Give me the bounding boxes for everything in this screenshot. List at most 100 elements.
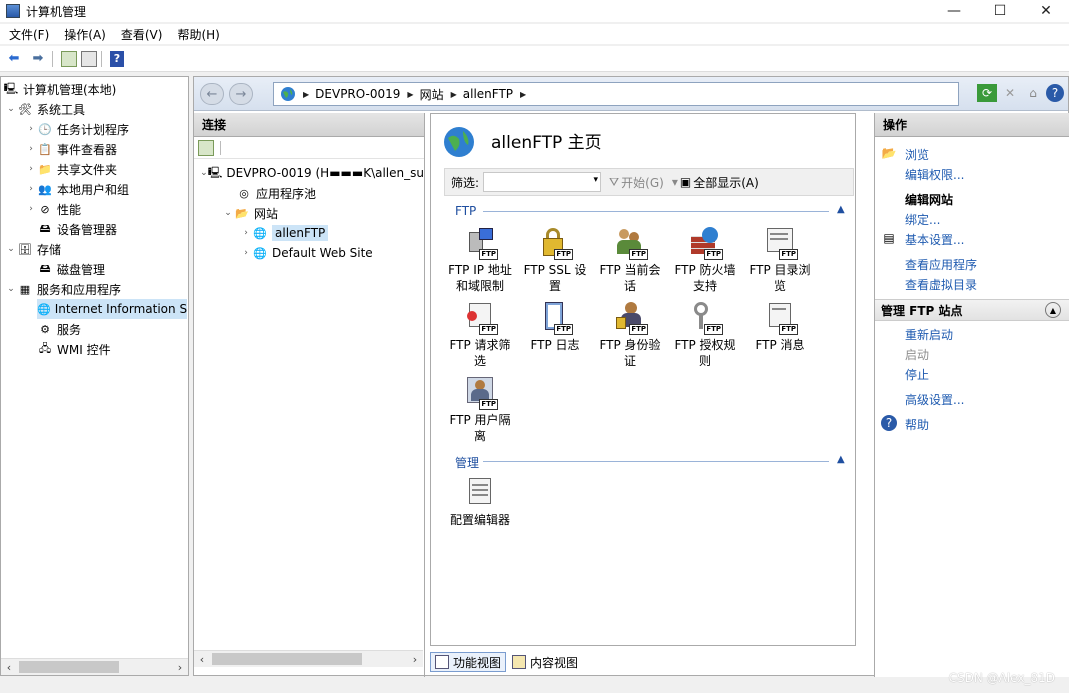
connect-icon[interactable]: [198, 139, 214, 156]
device-manager-icon: 🖴: [39, 221, 51, 235]
action-browse[interactable]: 浏览: [905, 146, 929, 163]
scroll-left-icon[interactable]: ‹: [1, 661, 17, 674]
refresh-icon[interactable]: ⟳: [977, 84, 997, 102]
home-icon[interactable]: ⌂: [1023, 84, 1043, 102]
feature-ftp-directory-browsing[interactable]: FTP FTP 目录浏 览: [745, 226, 815, 294]
filter-input[interactable]: [483, 172, 602, 192]
action-start: 启动: [905, 348, 930, 362]
minimize-button[interactable]: —: [931, 0, 977, 22]
menu-file[interactable]: 文件(F): [9, 26, 49, 43]
tree-item-computer-management[interactable]: 🖳 计算机管理(本地): [3, 79, 117, 99]
scroll-thumb[interactable]: [19, 661, 119, 673]
tree-item-iis[interactable]: 🌐 Internet Information S: [37, 299, 187, 319]
help-icon[interactable]: ?: [110, 50, 124, 67]
breadcrumb-site[interactable]: allenFTP: [463, 87, 513, 101]
conn-item-default-web-site[interactable]: › 🌐 Default Web Site: [240, 243, 373, 263]
conn-horizontal-scrollbar[interactable]: ‹ ›: [194, 650, 423, 667]
tree-item-event-viewer[interactable]: › 📋 事件查看器: [25, 139, 117, 159]
breadcrumb[interactable]: ▶ DEVPRO-0019 ▶ 网站 ▶ allenFTP ▶: [273, 82, 959, 106]
scroll-right-icon[interactable]: ›: [172, 661, 188, 674]
chevron-right-icon[interactable]: ›: [25, 144, 37, 154]
stop-icon[interactable]: ✕: [1000, 84, 1020, 102]
action-basic-settings[interactable]: 基本设置...: [905, 231, 964, 248]
breadcrumb-server[interactable]: DEVPRO-0019: [315, 87, 400, 101]
forward-arrow-icon[interactable]: ➡: [28, 50, 48, 68]
conn-item-server[interactable]: ⌄ 🖳 DEVPRO-0019 (H▬▬▬K\allen_su: [200, 163, 424, 183]
menu-action[interactable]: 操作(A): [64, 26, 106, 43]
chevron-right-icon[interactable]: ›: [25, 204, 37, 214]
collapse-icon[interactable]: ▲: [1045, 302, 1061, 318]
feature-ftp-sessions[interactable]: FTP FTP 当前会 话: [595, 226, 665, 294]
collapse-icon[interactable]: ▲: [837, 204, 845, 215]
scroll-left-icon[interactable]: ‹: [194, 653, 210, 666]
tree-item-task-scheduler[interactable]: › 🕒 任务计划程序: [25, 119, 129, 139]
start-filter-button[interactable]: 开始(G): [621, 174, 664, 191]
action-restart[interactable]: 重新启动: [905, 326, 953, 343]
chevron-down-icon[interactable]: ⌄: [5, 244, 17, 254]
chevron-right-icon[interactable]: ›: [240, 248, 252, 258]
action-help[interactable]: 帮助: [905, 416, 929, 433]
dropdown-icon[interactable]: ▾: [672, 175, 678, 189]
show-hide-tree-icon[interactable]: [81, 50, 97, 67]
action-view-applications[interactable]: 查看应用程序: [905, 256, 977, 273]
scroll-thumb[interactable]: [212, 653, 362, 665]
tree-item-services-apps[interactable]: ⌄ ▦ 服务和应用程序: [5, 279, 121, 299]
tree-item-disk-management[interactable]: 🖴 磁盘管理: [37, 259, 105, 279]
action-bindings[interactable]: 绑定...: [905, 211, 940, 228]
feature-ftp-messages[interactable]: FTP FTP 消息: [745, 301, 815, 353]
chevron-right-icon[interactable]: ›: [25, 164, 37, 174]
tree-item-shared-folders[interactable]: › 📁 共享文件夹: [25, 159, 117, 179]
show-all-button[interactable]: 全部显示(A): [693, 174, 759, 191]
scroll-right-icon[interactable]: ›: [407, 653, 423, 666]
tab-content-view[interactable]: 内容视图: [508, 652, 582, 672]
breadcrumb-sites[interactable]: 网站: [420, 86, 444, 103]
close-button[interactable]: ✕: [1023, 0, 1069, 22]
forward-icon[interactable]: →: [229, 83, 253, 105]
conn-item-sites[interactable]: ⌄ 📂 网站: [222, 203, 278, 223]
feature-ftp-ssl[interactable]: FTP FTP SSL 设 置: [520, 226, 590, 294]
feature-ftp-user-isolation[interactable]: FTP FTP 用户隔 离: [445, 376, 515, 444]
feature-ftp-firewall[interactable]: FTP FTP 防火墙 支持: [670, 226, 740, 294]
tab-features-view[interactable]: 功能视图: [430, 652, 507, 672]
chevron-down-icon[interactable]: ⌄: [200, 168, 208, 178]
tree-item-device-manager[interactable]: 🖴 设备管理器: [37, 219, 117, 239]
toolbar-separator: [101, 50, 102, 67]
tree-item-system-tools[interactable]: ⌄ 🛠 系统工具: [5, 99, 85, 119]
action-view-virtual-dirs[interactable]: 查看虚拟目录: [905, 276, 977, 293]
menu-help[interactable]: 帮助(H): [177, 26, 219, 43]
feature-ftp-authorization[interactable]: FTP FTP 授权规 则: [670, 301, 740, 369]
left-horizontal-scrollbar[interactable]: ‹ ›: [1, 658, 188, 675]
watermark: CSDN @Alex_81D: [948, 671, 1055, 685]
tree-item-local-users[interactable]: › 👥 本地用户和组: [25, 179, 129, 199]
feature-ftp-authentication[interactable]: FTP FTP 身份验 证: [595, 301, 665, 369]
action-advanced-settings[interactable]: 高级设置...: [905, 391, 964, 408]
maximize-button[interactable]: ☐: [977, 0, 1023, 22]
tree-item-wmi[interactable]: 🖧 WMI 控件: [37, 339, 111, 359]
back-arrow-icon[interactable]: ⬅: [4, 50, 24, 68]
feature-ftp-logging[interactable]: FTP FTP 日志: [520, 301, 590, 353]
menu-view[interactable]: 查看(V): [121, 26, 163, 43]
back-icon[interactable]: ←: [200, 83, 224, 105]
feature-ftp-ip-restrictions[interactable]: FTP FTP IP 地址 和域限制: [445, 226, 515, 294]
tree-item-performance[interactable]: › ⊘ 性能: [25, 199, 81, 219]
chevron-down-icon[interactable]: ⌄: [5, 104, 17, 114]
chevron-down-icon[interactable]: ⌄: [222, 208, 234, 218]
chevron-right-icon[interactable]: ›: [25, 124, 37, 134]
feature-ftp-request-filtering[interactable]: FTP FTP 请求筛 选: [445, 301, 515, 369]
up-folder-icon[interactable]: [61, 50, 77, 67]
help-icon[interactable]: ?: [1046, 84, 1064, 102]
chevron-right-icon[interactable]: ›: [25, 184, 37, 194]
chevron-down-icon[interactable]: ⌄: [5, 284, 17, 294]
collapse-icon[interactable]: ▲: [837, 454, 845, 465]
action-stop[interactable]: 停止: [905, 366, 929, 383]
tree-item-storage[interactable]: ⌄ 🗄 存储: [5, 239, 61, 259]
conn-item-app-pools[interactable]: ◎ 应用程序池: [236, 183, 316, 203]
feature-configuration-editor[interactable]: 配置编辑器: [445, 476, 515, 528]
chevron-right-icon[interactable]: ›: [240, 228, 252, 238]
conn-item-allenftp[interactable]: › 🌐 allenFTP: [240, 223, 329, 243]
tree-item-services[interactable]: ⚙ 服务: [37, 319, 81, 339]
action-edit-permissions[interactable]: 编辑权限...: [905, 166, 964, 183]
app-pool-icon: ◎: [239, 186, 249, 200]
filter-funnel-icon: ⛛: [609, 174, 620, 189]
clock-icon: 🕒: [38, 122, 52, 136]
